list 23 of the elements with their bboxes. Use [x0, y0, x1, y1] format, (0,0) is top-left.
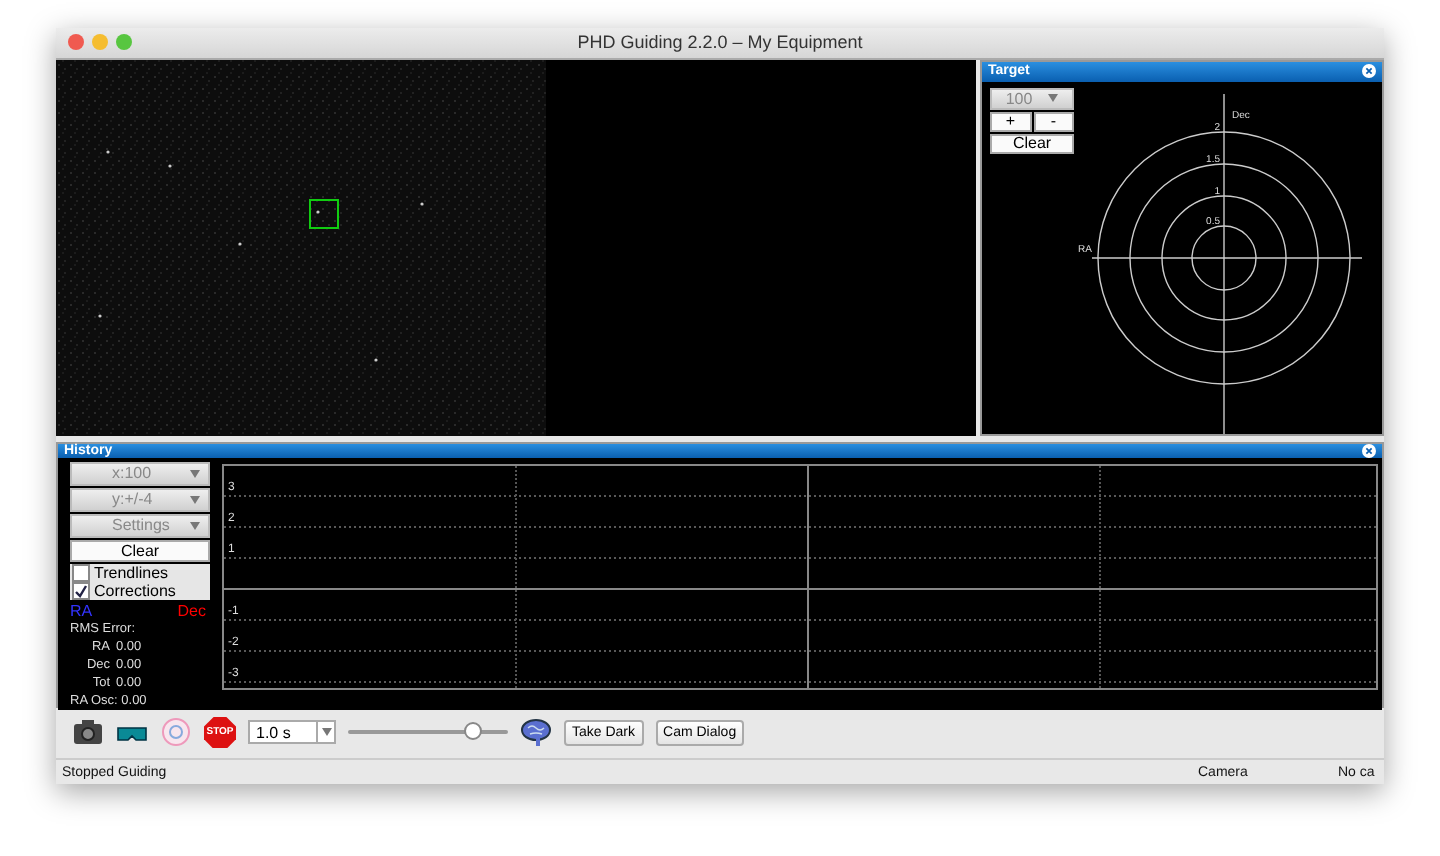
- zoom-step-button[interactable]: -: [1033, 111, 1074, 132]
- close-icon[interactable]: [1362, 64, 1376, 79]
- camera-icon[interactable]: [72, 716, 104, 749]
- close-icon[interactable]: [1362, 443, 1376, 458]
- caret-icon: [321, 728, 331, 737]
- close-button[interactable]: [68, 34, 84, 51]
- exposure-dropdown[interactable]: 1.0 s: [248, 720, 336, 745]
- option-checkbox[interactable]: Trendlines: [70, 563, 210, 582]
- check-icon: [74, 583, 88, 598]
- clear-button[interactable]: Clear: [990, 133, 1074, 154]
- caret-icon: [190, 469, 200, 478]
- checkbox[interactable]: [72, 563, 90, 582]
- clear-button[interactable]: Clear: [70, 539, 210, 562]
- zoom-step-button[interactable]: +: [990, 111, 1031, 132]
- caret-icon: [190, 495, 200, 504]
- option-checkbox[interactable]: Corrections: [70, 581, 210, 600]
- slider-thumb[interactable]: [463, 722, 482, 741]
- caret-icon: [1048, 94, 1059, 103]
- brain-icon[interactable]: [520, 716, 552, 749]
- window-title: PHD Guiding 2.2.0 – My Equipment: [575, 32, 865, 53]
- caret-icon: [190, 521, 200, 530]
- legend-label: RA: [70, 601, 93, 620]
- legend-label: Dec: [177, 601, 206, 620]
